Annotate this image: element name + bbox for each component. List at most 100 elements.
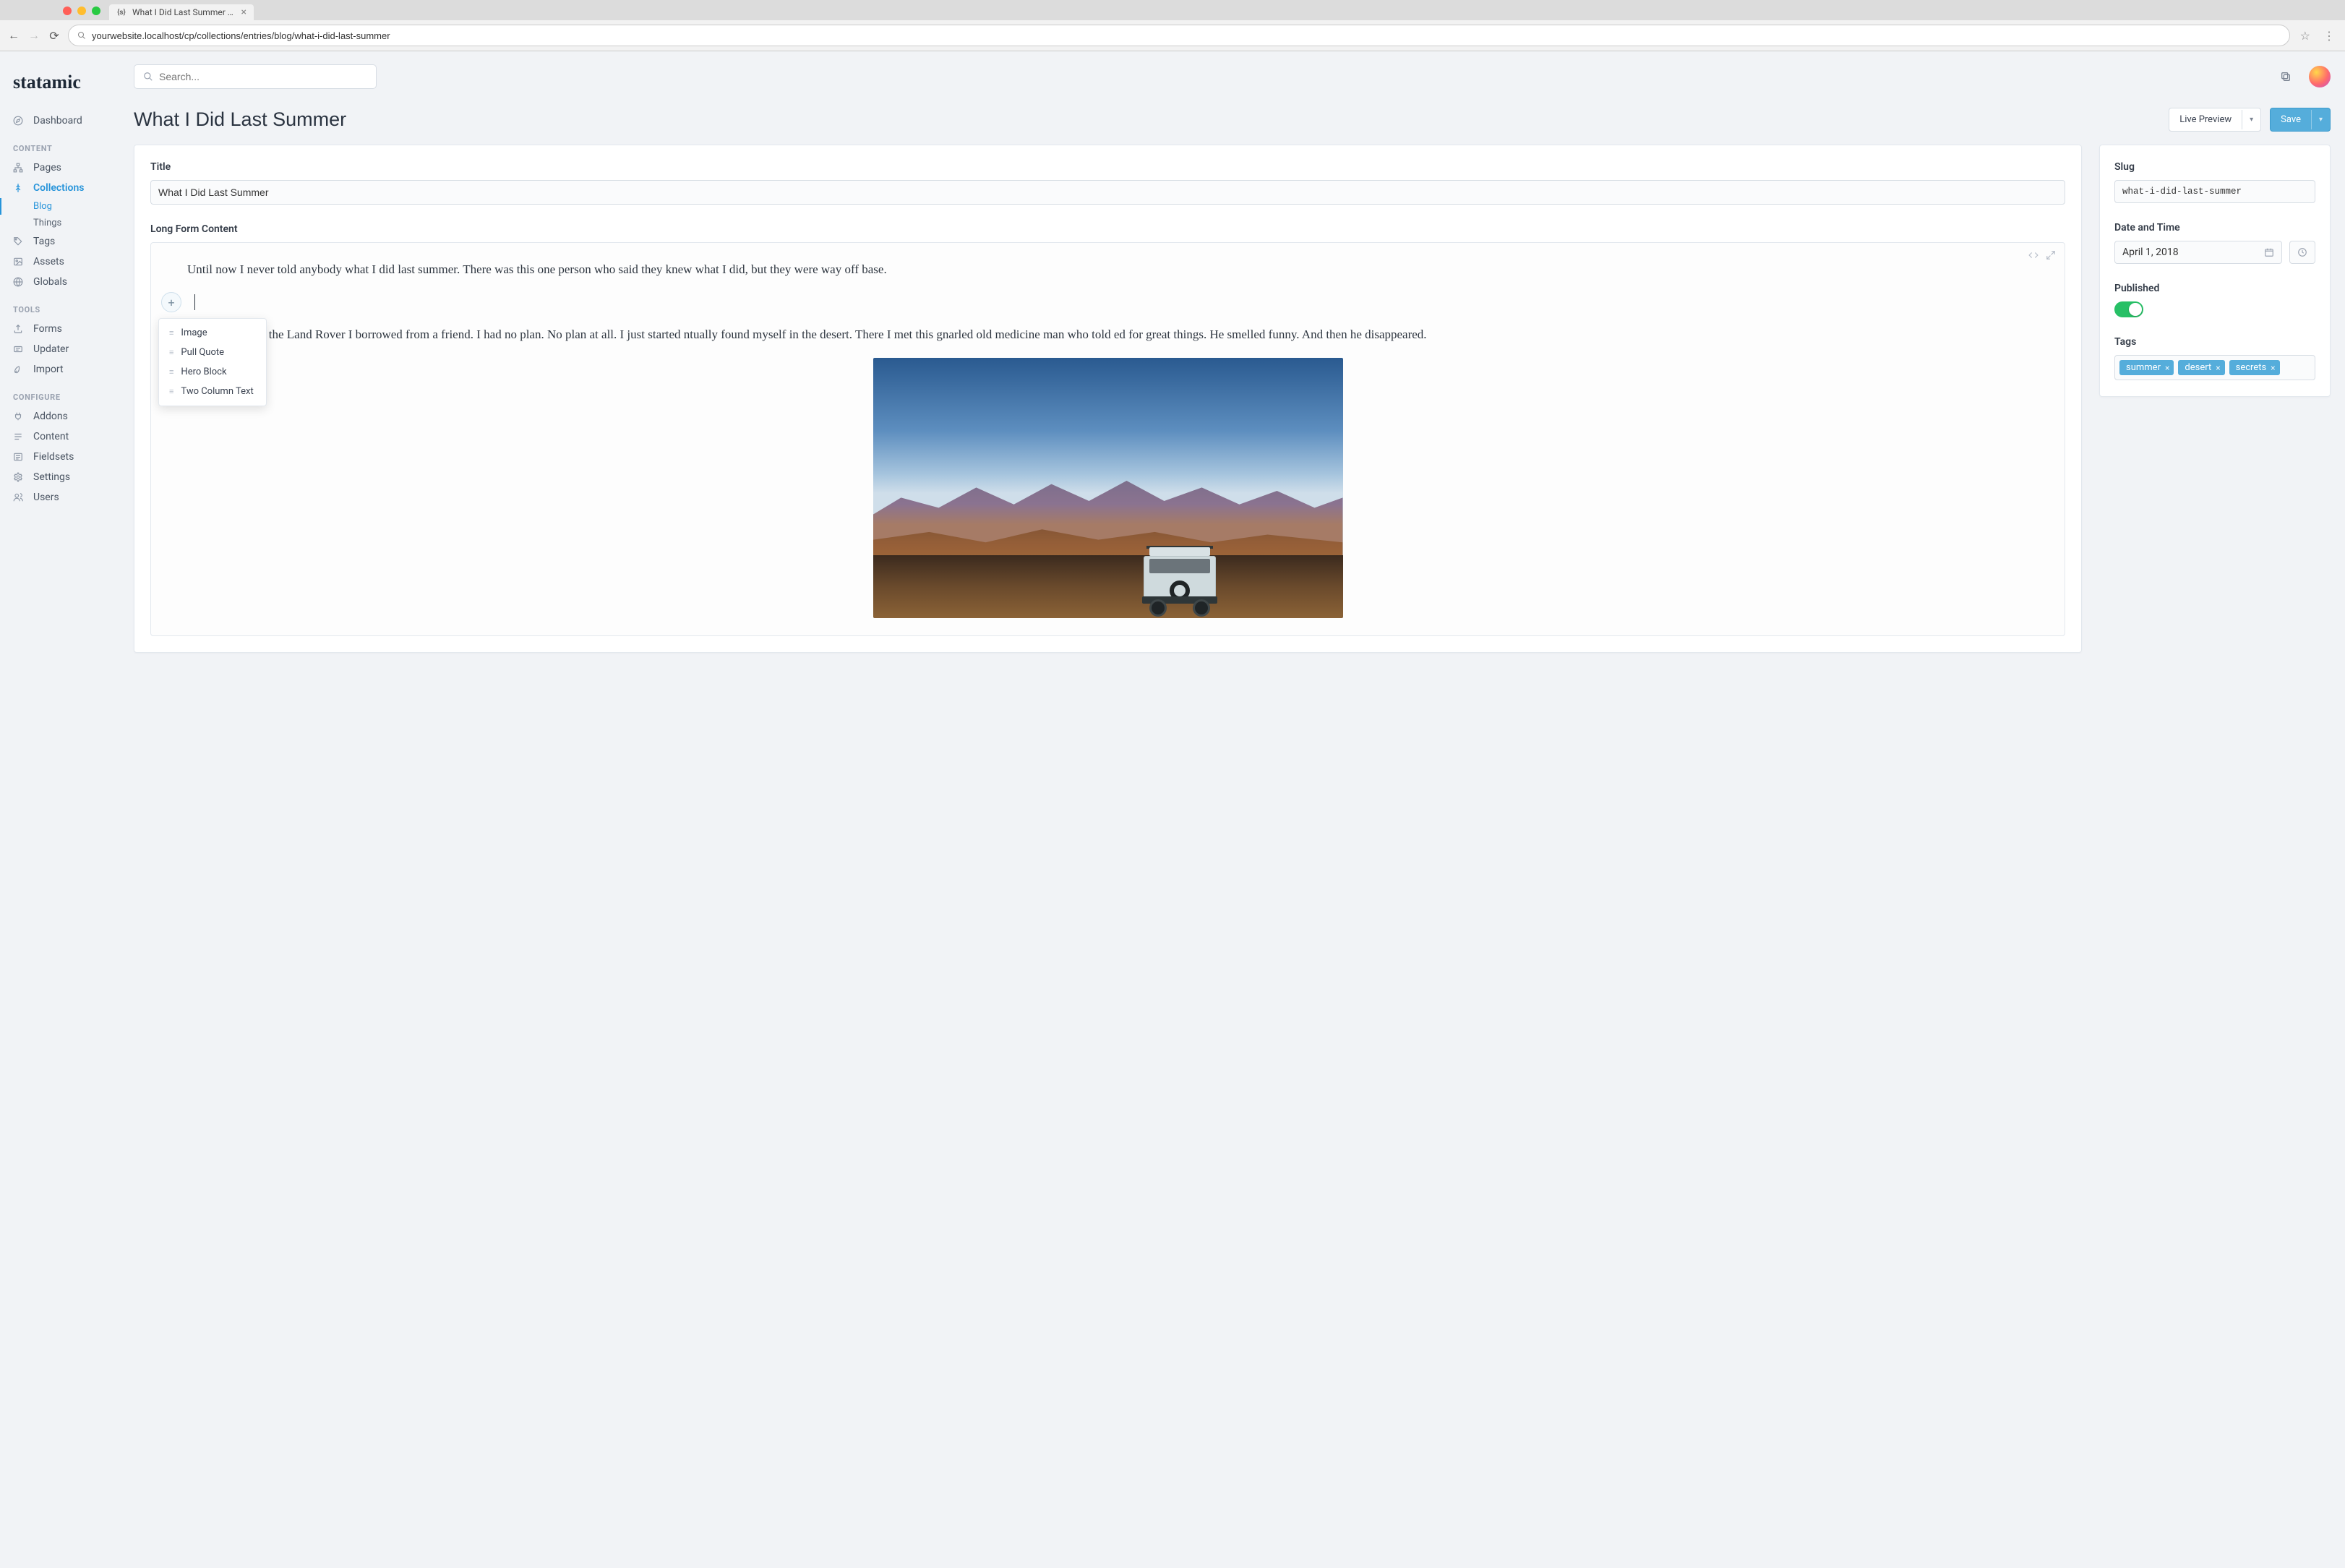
slug-label: Slug — [2114, 161, 2315, 173]
browser-chrome: {s} What I Did Last Summer | Stat… × ← →… — [0, 0, 2345, 51]
tag-label: summer — [2126, 362, 2161, 373]
sidebar-item-globals[interactable]: Globals — [0, 272, 134, 292]
calendar-icon[interactable] — [2264, 247, 2274, 257]
users-icon — [13, 492, 25, 502]
slug-field: Slug — [2114, 161, 2315, 203]
date-label: Date and Time — [2114, 222, 2315, 234]
drag-icon: ≡ — [169, 328, 173, 338]
date-input[interactable]: April 1, 2018 — [2114, 241, 2282, 264]
sidebar-item-forms[interactable]: Forms — [0, 319, 134, 339]
menu-item-label: Image — [181, 327, 207, 338]
tab-title: What I Did Last Summer | Stat… — [132, 7, 236, 17]
sidebar-item-content-config[interactable]: Content — [0, 427, 134, 447]
block-menu-item-hero-block[interactable]: ≡ Hero Block — [159, 362, 266, 382]
expand-icon[interactable] — [2046, 250, 2056, 260]
sidebar-item-assets[interactable]: Assets — [0, 252, 134, 272]
sidebar-item-label: Tags — [33, 236, 55, 247]
sitemap-icon — [13, 163, 25, 173]
sidebar-item-addons[interactable]: Addons — [0, 406, 134, 427]
remove-tag-icon[interactable]: × — [2216, 363, 2220, 373]
tag-icon — [13, 236, 25, 247]
title-label: Title — [150, 161, 2065, 173]
button-label: Live Preview — [2169, 108, 2242, 131]
copy-link-icon[interactable] — [2277, 68, 2294, 85]
bookmark-star-icon[interactable]: ☆ — [2297, 29, 2313, 43]
editor-panel[interactable]: Until now I never told anybody what I di… — [150, 242, 2065, 636]
remove-tag-icon[interactable]: × — [2165, 363, 2169, 373]
chevron-down-icon[interactable]: ▾ — [2311, 110, 2330, 129]
add-block-row: + ≡ Image ≡ Pull Quote — [161, 292, 2028, 312]
search-input[interactable] — [159, 71, 367, 82]
sidebar-item-users[interactable]: Users — [0, 487, 134, 507]
sidebar-heading-content: CONTENT — [0, 131, 134, 158]
editor-tools — [2028, 250, 2056, 260]
content-row: Title Long Form Content — [134, 145, 2331, 653]
editor-paragraph[interactable]: Until now I never told anybody what I di… — [187, 260, 2028, 279]
live-preview-button[interactable]: Live Preview ▾ — [2169, 108, 2261, 132]
sidebar-item-label: Content — [33, 431, 69, 442]
block-menu-item-pull-quote[interactable]: ≡ Pull Quote — [159, 343, 266, 362]
code-toggle-icon[interactable] — [2028, 250, 2039, 260]
image-vehicle — [1136, 546, 1223, 618]
published-toggle[interactable] — [2114, 301, 2143, 317]
drag-icon: ≡ — [169, 367, 173, 377]
sidebar-item-fieldsets[interactable]: Fieldsets — [0, 447, 134, 467]
tags-field: Tags summer × desert × secrets × — [2114, 336, 2315, 380]
sidebar-heading-tools: TOOLS — [0, 292, 134, 319]
tags-input[interactable]: summer × desert × secrets × — [2114, 355, 2315, 380]
sidebar-heading-configure: CONFIGURE — [0, 380, 134, 406]
title-input[interactable] — [150, 180, 2065, 205]
sidebar-item-pages[interactable]: Pages — [0, 158, 134, 178]
save-button[interactable]: Save ▾ — [2270, 108, 2331, 132]
browser-menu-icon[interactable]: ⋮ — [2320, 29, 2338, 43]
add-block-button[interactable]: + — [161, 292, 181, 312]
chevron-down-icon[interactable]: ▾ — [2242, 110, 2260, 129]
back-button[interactable]: ← — [7, 28, 20, 43]
sidebar-item-label: Updater — [33, 343, 69, 355]
main-area: What I Did Last Summer Live Preview ▾ Sa… — [134, 51, 2345, 1568]
block-menu-item-image[interactable]: ≡ Image — [159, 323, 266, 343]
sidebar-sub-blog[interactable]: Blog — [0, 198, 134, 215]
list-icon — [13, 452, 25, 462]
sidebar-sub-blog-wrap: Blog — [0, 198, 134, 215]
tree-icon — [13, 183, 25, 193]
sidebar-item-tags[interactable]: Tags — [0, 231, 134, 252]
search-glass-icon — [77, 31, 86, 40]
browser-nav-row: ← → ⟳ ☆ ⋮ — [0, 20, 2345, 51]
sidebar-sub-things[interactable]: Things — [0, 215, 134, 231]
topbar — [134, 64, 2331, 102]
window-controls — [54, 1, 109, 20]
sidebar-item-collections[interactable]: Collections — [0, 178, 134, 198]
forward-button[interactable]: → — [27, 28, 40, 43]
fullscreen-window-button[interactable] — [92, 7, 100, 15]
button-label: Save — [2271, 108, 2311, 131]
avatar[interactable] — [2309, 66, 2331, 87]
app-page: statamic Dashboard CONTENT Pages Collect… — [0, 51, 2345, 1568]
compass-icon — [13, 116, 25, 126]
slug-input[interactable] — [2114, 180, 2315, 203]
sidebar-item-label: Forms — [33, 323, 62, 335]
block-menu-item-two-column[interactable]: ≡ Two Column Text — [159, 382, 266, 401]
sidebar-item-dashboard[interactable]: Dashboard — [0, 111, 134, 131]
reload-button[interactable]: ⟳ — [48, 29, 61, 43]
content-field-block: Long Form Content Until now I never told… — [150, 223, 2065, 636]
time-button[interactable] — [2289, 241, 2315, 264]
url-input[interactable] — [92, 30, 2281, 41]
drag-icon: ≡ — [169, 387, 173, 396]
editor-paragraph[interactable]: n the Land Rover I borrowed from a frien… — [260, 325, 2028, 344]
remove-tag-icon[interactable]: × — [2271, 363, 2275, 373]
gear-icon — [13, 472, 25, 482]
sidebar-item-settings[interactable]: Settings — [0, 467, 134, 487]
sidebar-item-import[interactable]: Import — [0, 359, 134, 380]
tag-pill: summer × — [2119, 360, 2174, 375]
search-box[interactable] — [134, 64, 377, 89]
globe-icon — [13, 277, 25, 287]
close-window-button[interactable] — [63, 7, 72, 15]
browser-tab[interactable]: {s} What I Did Last Summer | Stat… × — [109, 4, 254, 20]
sidebar-item-updater[interactable]: Updater — [0, 339, 134, 359]
url-bar[interactable] — [68, 25, 2290, 46]
content-image[interactable] — [873, 358, 1343, 618]
image-icon — [13, 257, 25, 267]
close-tab-icon[interactable]: × — [241, 7, 246, 17]
minimize-window-button[interactable] — [77, 7, 86, 15]
